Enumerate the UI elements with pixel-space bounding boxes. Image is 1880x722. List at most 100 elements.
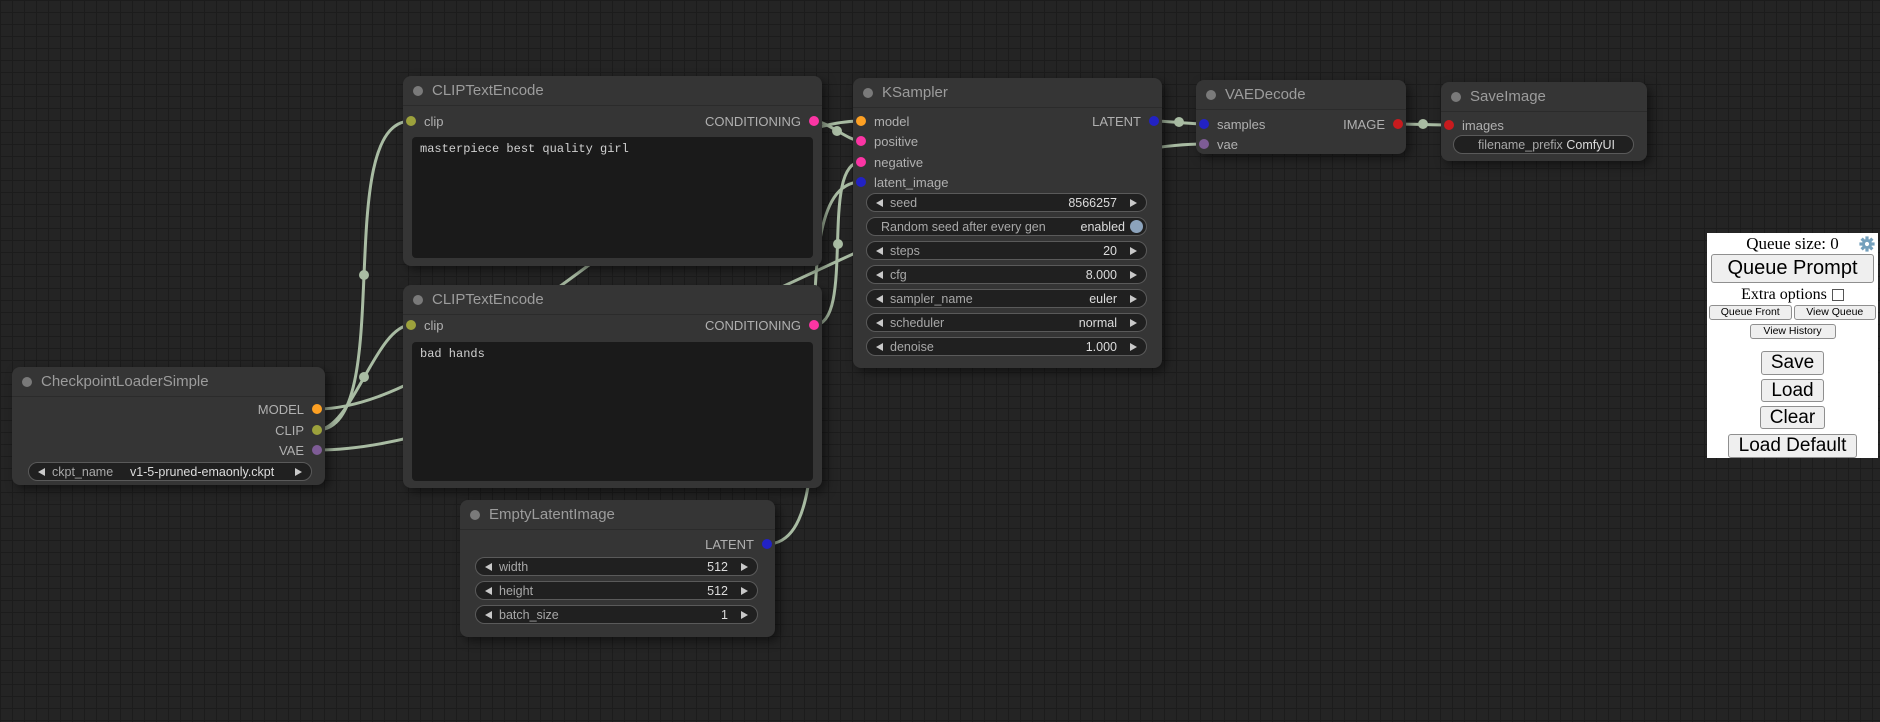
vae-input-dot[interactable] — [1199, 139, 1209, 149]
node-clip-text-encode-positive[interactable]: CLIPTextEncode clip CONDITIONING masterp… — [403, 76, 822, 266]
node-title-bar[interactable]: SaveImage — [1441, 82, 1647, 112]
node-graph-canvas[interactable]: CheckpointLoaderSimple MODEL CLIP VAE ck… — [0, 0, 1880, 722]
increment-arrow-icon[interactable] — [1130, 295, 1137, 303]
increment-arrow-icon[interactable] — [1130, 343, 1137, 351]
widget-filename-prefix[interactable]: filename_prefix ComfyUI — [1453, 135, 1634, 154]
port-clip-input[interactable]: clip — [406, 114, 444, 128]
queue-front-button[interactable]: Queue Front — [1709, 305, 1792, 320]
node-mode-dot[interactable] — [413, 295, 423, 305]
view-queue-button[interactable]: View Queue — [1794, 305, 1877, 320]
image-output-dot[interactable] — [1393, 119, 1403, 129]
widget-seed[interactable]: seed 8566257 — [866, 193, 1147, 212]
decrement-arrow-icon[interactable] — [485, 611, 492, 619]
positive-prompt-textarea[interactable]: masterpiece best quality girl — [412, 137, 813, 258]
node-title-bar[interactable]: EmptyLatentImage — [460, 500, 775, 530]
port-images-input[interactable]: images — [1444, 118, 1504, 132]
images-input-dot[interactable] — [1444, 120, 1454, 130]
increment-arrow-icon[interactable] — [1130, 271, 1137, 279]
decrement-arrow-icon[interactable] — [876, 199, 883, 207]
positive-input-dot[interactable] — [856, 136, 866, 146]
node-save-image[interactable]: SaveImage images filename_prefix ComfyUI — [1441, 82, 1647, 161]
node-mode-dot[interactable] — [413, 86, 423, 96]
node-mode-dot[interactable] — [470, 510, 480, 520]
node-title-bar[interactable]: CLIPTextEncode — [403, 76, 822, 106]
node-mode-dot[interactable] — [863, 88, 873, 98]
load-default-button[interactable]: Load Default — [1728, 434, 1858, 458]
increment-arrow-icon[interactable] — [1130, 247, 1137, 255]
decrement-arrow-icon[interactable] — [485, 563, 492, 571]
increment-arrow-icon[interactable] — [295, 468, 302, 476]
port-latent-image-input[interactable]: latent_image — [856, 175, 948, 189]
save-button[interactable]: Save — [1761, 351, 1824, 375]
port-latent-output[interactable]: LATENT — [1092, 114, 1159, 128]
node-clip-text-encode-negative[interactable]: CLIPTextEncode clip CONDITIONING bad han… — [403, 285, 822, 488]
decrement-arrow-icon[interactable] — [485, 587, 492, 595]
increment-arrow-icon[interactable] — [1130, 199, 1137, 207]
node-vae-decode[interactable]: VAEDecode samples vae IMAGE — [1196, 80, 1406, 154]
port-latent-output[interactable]: LATENT — [705, 537, 772, 551]
settings-gear-icon[interactable] — [1859, 236, 1875, 252]
node-mode-dot[interactable] — [22, 377, 32, 387]
decrement-arrow-icon[interactable] — [876, 319, 883, 327]
negative-input-dot[interactable] — [856, 157, 866, 167]
clip-input-dot[interactable] — [406, 320, 416, 330]
increment-arrow-icon[interactable] — [741, 611, 748, 619]
conditioning-output-dot[interactable] — [809, 116, 819, 126]
increment-arrow-icon[interactable] — [1130, 319, 1137, 327]
view-history-button[interactable]: View History — [1750, 324, 1836, 339]
port-vae-input[interactable]: vae — [1199, 137, 1238, 151]
negative-prompt-textarea[interactable]: bad hands — [412, 342, 813, 481]
clip-input-dot[interactable] — [406, 116, 416, 126]
load-button[interactable]: Load — [1761, 379, 1823, 402]
node-title-bar[interactable]: CLIPTextEncode — [403, 285, 822, 315]
model-input-dot[interactable] — [856, 116, 866, 126]
decrement-arrow-icon[interactable] — [876, 343, 883, 351]
node-empty-latent-image[interactable]: EmptyLatentImage LATENT width 512 height… — [460, 500, 775, 637]
widget-cfg[interactable]: cfg 8.000 — [866, 265, 1147, 284]
toggle-on-icon[interactable] — [1130, 220, 1143, 233]
decrement-arrow-icon[interactable] — [876, 295, 883, 303]
widget-steps[interactable]: steps 20 — [866, 241, 1147, 260]
queue-prompt-button[interactable]: Queue Prompt — [1711, 254, 1874, 283]
clear-button[interactable]: Clear — [1760, 406, 1825, 429]
widget-ckpt-name[interactable]: ckpt_name v1-5-pruned-emaonly.ckpt — [28, 462, 312, 481]
latent-output-dot[interactable] — [762, 539, 772, 549]
latent-output-dot[interactable] — [1149, 116, 1159, 126]
increment-arrow-icon[interactable] — [741, 563, 748, 571]
widget-denoise[interactable]: denoise 1.000 — [866, 337, 1147, 356]
port-model-output[interactable]: MODEL — [258, 402, 322, 416]
widget-scheduler[interactable]: scheduler normal — [866, 313, 1147, 332]
widget-height[interactable]: height 512 — [475, 581, 758, 600]
decrement-arrow-icon[interactable] — [38, 468, 45, 476]
decrement-arrow-icon[interactable] — [876, 247, 883, 255]
widget-random-seed-toggle[interactable]: Random seed after every gen enabled — [866, 217, 1147, 236]
conditioning-output-dot[interactable] — [809, 320, 819, 330]
port-conditioning-output[interactable]: CONDITIONING — [705, 318, 819, 332]
widget-width[interactable]: width 512 — [475, 557, 758, 576]
port-model-input[interactable]: model — [856, 114, 909, 128]
latent-image-input-dot[interactable] — [856, 177, 866, 187]
increment-arrow-icon[interactable] — [741, 587, 748, 595]
node-mode-dot[interactable] — [1451, 92, 1461, 102]
port-samples-input[interactable]: samples — [1199, 117, 1265, 131]
port-vae-output[interactable]: VAE — [279, 443, 322, 457]
vae-output-dot[interactable] — [312, 445, 322, 455]
node-ksampler[interactable]: KSampler model positive negative latent_… — [853, 78, 1162, 368]
extra-options-checkbox[interactable] — [1832, 289, 1844, 301]
port-negative-input[interactable]: negative — [856, 155, 923, 169]
samples-input-dot[interactable] — [1199, 119, 1209, 129]
clip-output-dot[interactable] — [312, 425, 322, 435]
port-image-output[interactable]: IMAGE — [1343, 117, 1403, 131]
node-title-bar[interactable]: KSampler — [853, 78, 1162, 108]
node-mode-dot[interactable] — [1206, 90, 1216, 100]
widget-batch-size[interactable]: batch_size 1 — [475, 605, 758, 624]
node-checkpoint-loader[interactable]: CheckpointLoaderSimple MODEL CLIP VAE ck… — [12, 367, 325, 485]
node-title-bar[interactable]: CheckpointLoaderSimple — [12, 367, 325, 397]
port-clip-input[interactable]: clip — [406, 318, 444, 332]
widget-sampler-name[interactable]: sampler_name euler — [866, 289, 1147, 308]
port-clip-output[interactable]: CLIP — [275, 423, 322, 437]
node-title-bar[interactable]: VAEDecode — [1196, 80, 1406, 110]
model-output-dot[interactable] — [312, 404, 322, 414]
port-positive-input[interactable]: positive — [856, 134, 918, 148]
port-conditioning-output[interactable]: CONDITIONING — [705, 114, 819, 128]
